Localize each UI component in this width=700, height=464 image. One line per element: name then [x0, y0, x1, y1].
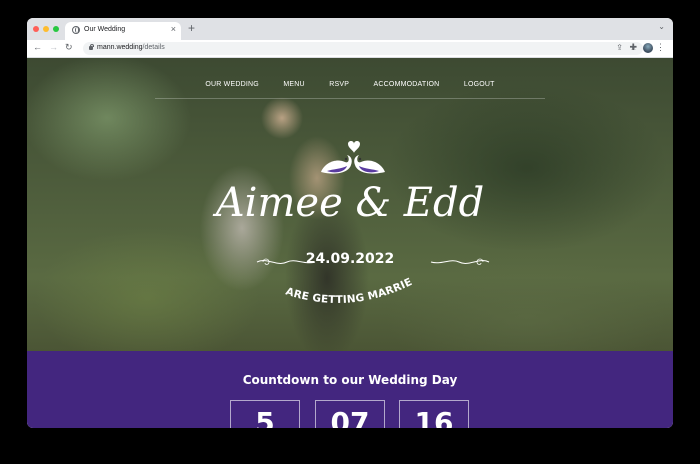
browser-window: Our Wedding × + ⌄ ← → ↻ mann.wedding/det…: [27, 18, 673, 428]
reload-icon[interactable]: ↻: [65, 43, 73, 52]
tagline: ARE GETTING MARRIED: [279, 266, 414, 306]
countdown-value: 5: [255, 406, 275, 429]
nav-logout[interactable]: LOGOUT: [464, 81, 495, 88]
avatar[interactable]: [643, 43, 653, 53]
countdown-value: 16: [414, 406, 454, 429]
site-nav: OUR WEDDING MENU RSVP ACCOMMODATION LOGO…: [27, 73, 673, 91]
tab-strip: Our Wedding × + ⌄: [27, 18, 673, 40]
wedding-date: 24.09.2022: [305, 251, 395, 267]
love-birds-icon: [321, 141, 385, 174]
forward-arrow-icon[interactable]: →: [49, 43, 58, 52]
nav-accommodation[interactable]: ACCOMMODATION: [374, 81, 440, 88]
new-tab-button[interactable]: +: [188, 22, 195, 34]
nav-our-wedding[interactable]: OUR WEDDING: [205, 81, 259, 88]
countdown-value: 07: [330, 406, 370, 429]
tab-close-icon[interactable]: ×: [171, 25, 176, 34]
nav-menu[interactable]: MENU: [283, 81, 304, 88]
hero-section: OUR WEDDING MENU RSVP ACCOMMODATION LOGO…: [27, 58, 673, 351]
browser-toolbar: ← → ↻ mann.wedding/details ⇪ ☆ ✚ ⋮: [27, 40, 673, 58]
more-vert-icon[interactable]: ⋮: [656, 43, 665, 52]
globe-icon: [72, 26, 80, 34]
nav-divider: [155, 98, 545, 99]
puzzle-icon[interactable]: ✚: [629, 43, 637, 52]
svg-text:ARE GETTING MARRIED: ARE GETTING MARRIED: [279, 266, 414, 306]
countdown-section: Countdown to our Wedding Day 5 07 16: [27, 351, 673, 428]
flourish-right-icon: [430, 258, 490, 265]
couple-names: Aimee & Edd: [215, 180, 485, 226]
countdown-title: Countdown to our Wedding Day: [242, 373, 458, 387]
address-bar[interactable]: mann.wedding/details ⇪ ☆: [83, 42, 643, 55]
countdown-box: 16: [399, 400, 469, 428]
url-text[interactable]: mann.wedding/details: [97, 44, 165, 51]
browser-tab[interactable]: Our Wedding ×: [65, 22, 181, 40]
countdown-box: 07: [315, 400, 385, 428]
url-path: /details: [142, 44, 165, 51]
minimize-window-button[interactable]: [43, 26, 49, 32]
url-host: mann.wedding: [97, 44, 143, 51]
share-icon[interactable]: ⇪: [616, 43, 623, 53]
close-window-button[interactable]: [33, 26, 39, 32]
tagline-text: ARE GETTING MARRIED: [279, 266, 414, 306]
countdown-box: 5: [230, 400, 300, 428]
maximize-window-button[interactable]: [53, 26, 59, 32]
back-arrow-icon[interactable]: ←: [33, 43, 42, 52]
chevron-down-icon[interactable]: ⌄: [658, 23, 665, 31]
tab-title: Our Wedding: [84, 26, 126, 33]
lock-icon[interactable]: [89, 43, 94, 50]
nav-rsvp[interactable]: RSVP: [329, 81, 349, 88]
page-content: OUR WEDDING MENU RSVP ACCOMMODATION LOGO…: [27, 58, 673, 428]
